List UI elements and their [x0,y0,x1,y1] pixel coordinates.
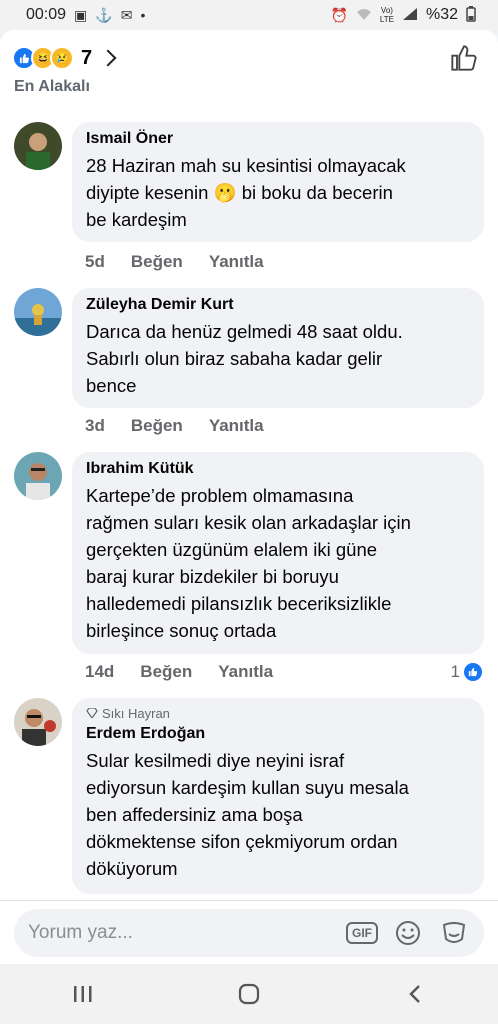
comment-bubble[interactable]: Züleyha Demir Kurt Darıca da henüz gelme… [72,288,484,408]
top-fan-badge: Sıkı Hayran [86,706,470,721]
network-label: Vo) LTE [379,6,394,24]
comment-author[interactable]: Ibrahim Kütük [86,460,470,478]
reactions-summary[interactable]: 😆 😢 7 [12,46,117,70]
comment-bubble[interactable]: Sıkı Hayran Erdem Erdoğan Sular kesilmed… [72,698,484,894]
sort-label: En Alakalı [14,78,90,92]
emoji-icon[interactable] [392,919,424,947]
comment-reaction-count[interactable]: 1 [451,662,482,682]
like-button[interactable]: Beğen [140,662,192,682]
wifi-icon [356,7,372,24]
anchor-icon: ⚓ [95,6,113,23]
comment-author[interactable]: Erdem Erdoğan [86,725,470,743]
reply-button[interactable]: Yanıtla [209,416,264,436]
signal-icon [402,7,418,24]
battery-percent: %32 [425,6,458,23]
comment-actions: 5d Beğen Yanıtla [85,252,264,272]
recent-apps-icon[interactable] [63,974,103,1014]
back-icon[interactable] [395,974,435,1014]
gallery-icon: ▣ [74,6,88,23]
sad-reaction-icon: 😢 [50,46,74,70]
reply-button[interactable]: Yanıtla [209,252,264,272]
comment-bubble[interactable]: Ismail Öner 28 Haziran mah su kesintisi … [72,122,484,242]
avatar[interactable] [14,288,62,336]
reaction-count: 7 [81,46,93,69]
dot-icon: • [140,7,146,23]
reply-button[interactable]: Yanıtla [218,662,273,682]
system-nav-bar [0,964,498,1024]
home-icon[interactable] [229,974,269,1014]
thumbs-up-icon[interactable] [450,44,478,72]
avatar[interactable] [14,452,62,500]
comment-text: Darıca da henüz gelmedi 48 saat oldu. Sa… [86,321,403,396]
battery-icon [466,5,476,25]
comment-author[interactable]: Ismail Öner [86,130,470,148]
avatar[interactable] [14,698,62,746]
mail-icon: ✉ [120,6,133,23]
comment-text: 28 Haziran mah su kesintisi olmayacak di… [86,155,406,230]
diamond-icon [86,706,98,721]
comment-time[interactable]: 5d [85,252,105,272]
status-time: 00:09 [26,6,67,23]
comment-placeholder: Yorum yaz... [28,922,133,943]
alarm-icon: ⏰ [330,6,348,23]
like-button[interactable]: Beğen [131,416,183,436]
comments-sheet: 😆 😢 7 En Alakalı Ismail Öner 28 Haziran … [0,30,498,990]
comment-input[interactable]: Yorum yaz... GIF [14,909,484,957]
sticker-icon[interactable] [438,919,470,947]
comment-text: Kartepe’de problem olmamasına rağmen sul… [86,485,411,641]
avatar[interactable] [14,122,62,170]
chevron-right-icon [99,49,117,67]
comment-time[interactable]: 3d [85,416,105,436]
comment-time[interactable]: 14d [85,662,114,682]
status-bar: 00:09 ▣ ⚓ ✉ • ⏰ Vo) LTE %32 [0,0,498,30]
sort-dropdown[interactable]: En Alakalı [14,78,154,92]
comment-actions: 3d Beğen Yanıtla [85,416,264,436]
comment-text: Sular kesilmedi diye neyini israf ediyor… [86,750,409,879]
gif-icon[interactable]: GIF [346,919,378,947]
comment-actions: 14d Beğen Yanıtla [85,662,273,682]
comment-bubble[interactable]: Ibrahim Kütük Kartepe’de problem olmamas… [72,452,484,654]
comment-author[interactable]: Züleyha Demir Kurt [86,296,470,314]
like-reaction-icon [464,663,482,681]
like-button[interactable]: Beğen [131,252,183,272]
